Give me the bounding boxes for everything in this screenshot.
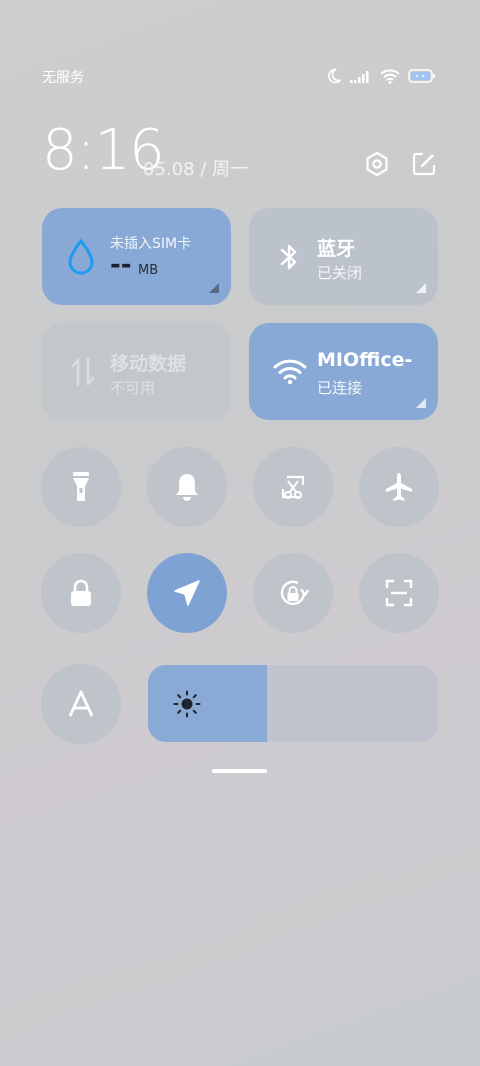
screenshot-icon [281, 475, 305, 499]
edit-icon[interactable] [410, 150, 438, 178]
data-usage-tile[interactable]: 未插入SIM卡 -- MB [42, 208, 231, 305]
expand-corner-icon [209, 283, 219, 293]
mobile-data-tile[interactable]: 移动数据 不可用 [42, 323, 231, 420]
rotation-lock-toggle[interactable] [253, 553, 333, 633]
moon-icon [326, 68, 342, 84]
wifi-icon [380, 68, 400, 84]
data-arrows-icon [71, 357, 95, 387]
location-icon [174, 580, 200, 606]
wifi-tile[interactable]: MIOffice- 已连接 [249, 323, 438, 420]
bluetooth-status: 已关闭 [317, 264, 363, 282]
data-usage-value: -- [110, 250, 132, 280]
bluetooth-tile[interactable]: 蓝牙 已关闭 [249, 208, 438, 305]
scanner-toggle[interactable] [359, 553, 439, 633]
bluetooth-title: 蓝牙 [317, 238, 356, 260]
airplane-icon [386, 473, 412, 501]
airplane-toggle[interactable] [359, 447, 439, 527]
location-toggle[interactable] [147, 553, 227, 633]
auto-brightness-icon [68, 690, 94, 717]
settings-icon[interactable] [363, 150, 391, 178]
brightness-slider[interactable] [148, 665, 438, 742]
signal-icon [350, 69, 372, 83]
mobile-data-status: 不可用 [110, 379, 156, 397]
wifi-tile-icon [273, 359, 307, 385]
clock-date: 05.08 / 周一 [143, 159, 249, 180]
expand-corner-icon [416, 398, 426, 408]
droplet-icon [68, 238, 94, 275]
brightness-level-fill [148, 665, 267, 742]
carrier-status: 无服务 [42, 70, 84, 86]
data-usage-unit: MB [138, 263, 159, 278]
screenshot-toggle[interactable] [253, 447, 333, 527]
expand-corner-icon [416, 283, 426, 293]
auto-brightness-toggle[interactable] [41, 664, 121, 744]
scan-icon [385, 579, 413, 607]
wifi-status: 已连接 [317, 379, 363, 397]
wifi-title: MIOffice- [317, 349, 413, 371]
sun-icon [173, 690, 201, 718]
drawer-handle[interactable] [212, 769, 267, 773]
mobile-data-title: 移动数据 [110, 353, 187, 375]
lock-icon [71, 579, 91, 606]
bell-icon [176, 474, 198, 501]
rotation-lock-icon [280, 580, 309, 605]
lock-screen-toggle[interactable] [41, 553, 121, 633]
flashlight-icon [73, 472, 89, 501]
silent-toggle[interactable] [147, 447, 227, 527]
status-icons [326, 66, 436, 86]
battery-icon [408, 68, 436, 84]
flashlight-toggle[interactable] [41, 447, 121, 527]
bluetooth-icon [280, 244, 297, 270]
